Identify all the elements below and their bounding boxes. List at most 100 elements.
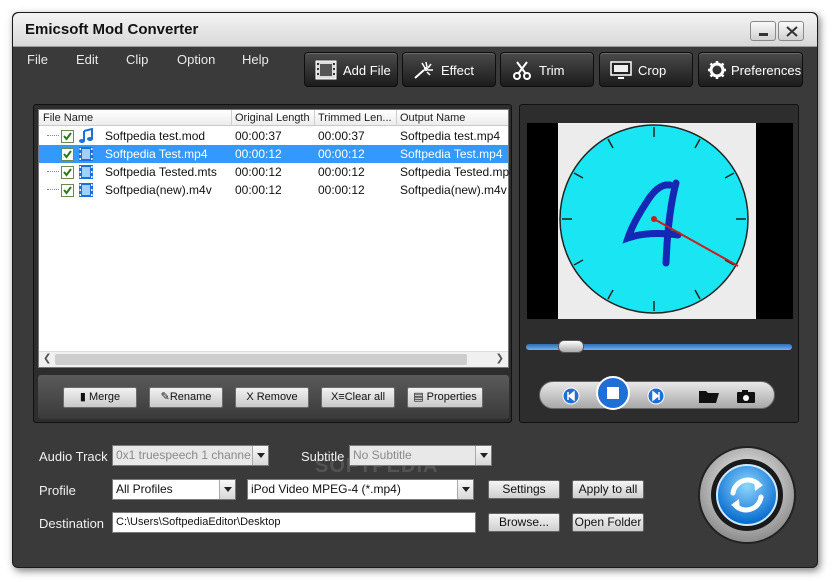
- destination-field[interactable]: C:\Users\SoftpediaEditor\Desktop: [112, 512, 476, 533]
- column-original-length[interactable]: Original Length: [235, 112, 315, 124]
- close-icon: [786, 26, 798, 37]
- file-list-header: File Name Original Length Trimmed Len...…: [39, 110, 508, 126]
- minimize-icon: [759, 33, 768, 36]
- scroll-left-icon[interactable]: ❮: [43, 353, 51, 364]
- audio-note-icon: [79, 128, 93, 143]
- scroll-right-icon[interactable]: ❯: [496, 353, 504, 364]
- crop-button[interactable]: Crop: [599, 52, 693, 87]
- file-row[interactable]: Softpedia Test.mp4 00:00:12 00:00:12 Sof…: [39, 145, 508, 163]
- convert-button[interactable]: [697, 445, 797, 545]
- subtitle-label: Subtitle: [301, 449, 345, 464]
- menu-edit[interactable]: Edit: [76, 52, 98, 67]
- file-list[interactable]: File Name Original Length Trimmed Len...…: [38, 109, 510, 368]
- trim-button[interactable]: Trim: [500, 52, 594, 87]
- apply-to-all-button[interactable]: Apply to all: [572, 480, 644, 499]
- rename-label: Rename: [169, 391, 212, 403]
- preview-panel: [519, 104, 799, 423]
- add-file-label: Add File: [343, 63, 391, 78]
- magic-wand-icon: [414, 61, 433, 79]
- file-row[interactable]: Softpedia Tested.mts 00:00:12 00:00:12 S…: [39, 163, 510, 181]
- playback-controls: [539, 376, 775, 410]
- remove-button[interactable]: X Remove: [235, 387, 309, 408]
- profile-category-value: All Profiles: [116, 482, 173, 496]
- output-name-cell: Softpedia Tested.mp4: [400, 165, 510, 179]
- menu-option[interactable]: Option: [177, 52, 215, 67]
- folder-icon[interactable]: [698, 389, 720, 404]
- settings-button[interactable]: Settings: [488, 480, 560, 499]
- original-length-cell: 00:00:12: [235, 183, 282, 197]
- seek-handle[interactable]: [558, 340, 584, 353]
- file-name-cell: Softpedia Tested.mts: [105, 165, 217, 179]
- scissors-icon: [513, 61, 531, 80]
- merge-label: Merge: [88, 391, 121, 403]
- trim-label: Trim: [539, 63, 565, 78]
- audio-track-label: Audio Track: [39, 449, 108, 464]
- audio-track-select[interactable]: 0x1 truespeech 1 channe: [112, 445, 269, 466]
- effect-button[interactable]: Effect: [402, 52, 496, 87]
- trimmed-length-cell: 00:00:37: [318, 129, 365, 143]
- row-checkbox[interactable]: [61, 130, 74, 143]
- gear-icon: [708, 61, 726, 79]
- menu-file[interactable]: File: [27, 52, 48, 67]
- clear-all-button[interactable]: X≡Clear all: [321, 387, 395, 408]
- trimmed-length-cell: 00:00:12: [318, 183, 365, 197]
- audio-track-value: 0x1 truespeech 1 channe: [116, 448, 251, 462]
- video-preview: [527, 123, 793, 319]
- horizontal-scrollbar[interactable]: ❮ ❯: [39, 351, 508, 367]
- film-icon: [79, 147, 93, 161]
- profile-value: iPod Video MPEG-4 (*.mp4): [251, 482, 401, 496]
- remove-label: Remove: [256, 391, 298, 403]
- scroll-thumb[interactable]: [55, 354, 467, 365]
- output-name-cell: Softpedia test.mp4: [400, 129, 501, 143]
- profile-select[interactable]: iPod Video MPEG-4 (*.mp4): [247, 479, 474, 500]
- file-list-panel: File Name Original Length Trimmed Len...…: [33, 104, 512, 423]
- file-row[interactable]: Softpedia(new).m4v 00:00:12 00:00:12 Sof…: [39, 181, 508, 199]
- open-folder-button[interactable]: Open Folder: [572, 513, 644, 532]
- close-button[interactable]: [778, 21, 804, 41]
- add-file-button[interactable]: Add File: [304, 52, 398, 87]
- row-checkbox[interactable]: [61, 184, 74, 197]
- file-name-cell: Softpedia test.mod: [105, 129, 206, 143]
- film-icon: [79, 183, 93, 197]
- destination-label: Destination: [39, 516, 105, 531]
- browse-button[interactable]: Browse...: [488, 513, 560, 532]
- next-icon[interactable]: [647, 387, 665, 405]
- original-length-cell: 00:00:37: [235, 129, 282, 143]
- subtitle-select[interactable]: No Subtitle: [349, 445, 492, 466]
- window-title: Emicsoft Mod Converter: [25, 21, 199, 38]
- video-frame-clock: [559, 124, 749, 314]
- title-bar: Emicsoft Mod Converter: [13, 13, 817, 47]
- minimize-button[interactable]: [750, 21, 776, 41]
- app-window: Emicsoft Mod Converter File Edit Clip Op…: [12, 12, 818, 568]
- properties-button[interactable]: ▤ Properties: [407, 387, 483, 408]
- menu-clip[interactable]: Clip: [126, 52, 148, 67]
- preferences-button[interactable]: Preferences: [698, 52, 803, 87]
- file-row[interactable]: Softpedia test.mod 00:00:37 00:00:37 Sof…: [39, 127, 508, 145]
- output-name-cell: Softpedia Test.mp4: [400, 147, 503, 161]
- merge-button[interactable]: ▮ Merge: [63, 387, 137, 408]
- film-icon: [79, 165, 93, 179]
- row-checkbox[interactable]: [61, 166, 74, 179]
- film-add-icon: [315, 60, 337, 80]
- rename-button[interactable]: ✎Rename: [149, 387, 223, 408]
- file-action-bar: ▮ Merge ✎Rename X Remove X≡Clear all ▤ P…: [38, 375, 509, 419]
- column-file-name[interactable]: File Name: [43, 112, 229, 124]
- original-length-cell: 00:00:12: [235, 147, 282, 161]
- column-trimmed-length[interactable]: Trimmed Len...: [318, 112, 398, 124]
- properties-label: Properties: [426, 391, 477, 403]
- profile-label: Profile: [39, 483, 76, 498]
- column-output-name[interactable]: Output Name: [400, 112, 508, 124]
- trimmed-length-cell: 00:00:12: [318, 147, 365, 161]
- stop-icon[interactable]: [596, 376, 630, 410]
- menu-help[interactable]: Help: [242, 52, 269, 67]
- profile-category-select[interactable]: All Profiles: [112, 479, 236, 500]
- file-name-cell: Softpedia(new).m4v: [105, 183, 212, 197]
- crop-label: Crop: [638, 63, 667, 78]
- monitor-crop-icon: [610, 61, 632, 79]
- camera-icon[interactable]: [736, 389, 756, 404]
- preferences-label: Preferences: [731, 63, 802, 78]
- effect-label: Effect: [441, 63, 475, 78]
- previous-icon[interactable]: [562, 387, 580, 405]
- subtitle-value: No Subtitle: [353, 448, 412, 462]
- row-checkbox[interactable]: [61, 148, 74, 161]
